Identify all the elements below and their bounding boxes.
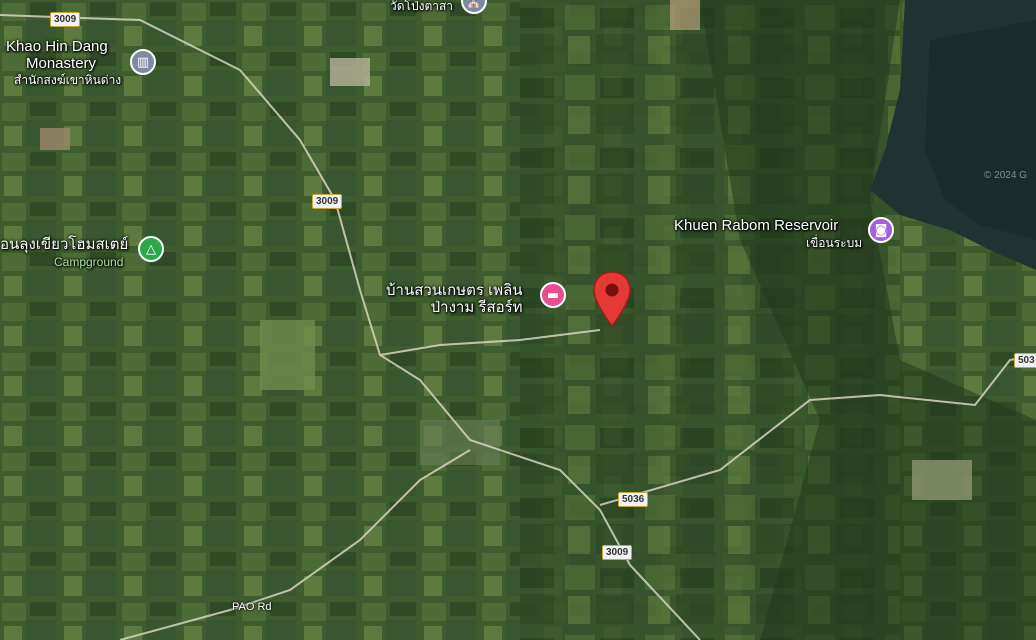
place-label[interactable]: อนลุงเขียวโฮมสเตย์ <box>0 236 128 253</box>
place-label[interactable]: บ้านสวนเกษตร เพลิน ป่างาม รีสอร์ท <box>386 282 523 317</box>
place-name-line: ป่างาม รีสอร์ท <box>430 299 523 317</box>
place-name-line: Monastery <box>26 55 97 73</box>
road-shield: 3009 <box>312 194 343 209</box>
road-shield: 3009 <box>602 545 633 560</box>
place-name-line: Khao Hin Dang <box>6 38 108 55</box>
campground-icon[interactable]: △ <box>138 236 164 262</box>
map-copyright: © 2024 G <box>984 170 1027 181</box>
hotel-bed-icon[interactable]: ▬ <box>540 282 566 308</box>
place-label[interactable]: Khuen Rabom Reservoir <box>674 217 838 234</box>
satellite-map[interactable] <box>0 0 1036 640</box>
road-shield: 3009 <box>50 12 81 27</box>
place-name-line: บ้านสวนเกษตร เพลิน <box>386 282 523 299</box>
place-label-thai: เขื่อนระบม <box>806 236 863 250</box>
place-label[interactable]: วัดโป่งตาสา <box>390 0 453 14</box>
place-category: Campground <box>54 255 124 269</box>
religious-site-icon[interactable]: ▥ <box>130 49 156 75</box>
camera-attraction-icon[interactable]: ◙ <box>868 217 894 243</box>
location-pin-icon[interactable] <box>591 270 633 328</box>
place-label-thai: สำนักสงฆ์เขาหินด่าง <box>14 73 122 87</box>
road-label: PAO Rd <box>232 601 272 613</box>
road-shield: 503 <box>1014 353 1036 368</box>
road-shield: 5036 <box>618 492 649 507</box>
place-label[interactable]: Khao Hin Dang Monastery <box>6 38 108 73</box>
